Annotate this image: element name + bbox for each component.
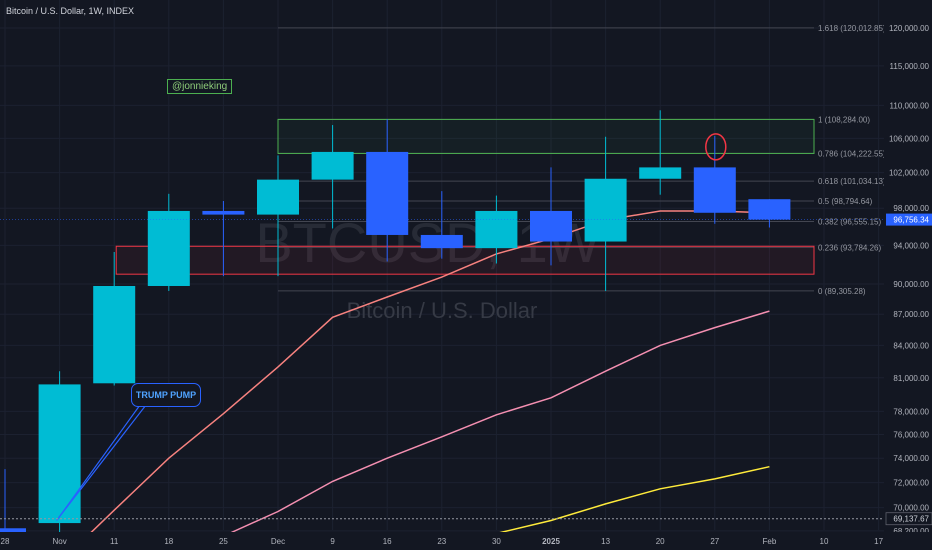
chart-background (0, 0, 932, 550)
fib-label: 0.618 (101,034.13) (818, 177, 886, 186)
btc-weekly-chart[interactable]: BTCUSD, 1W Bitcoin / U.S. Dollar 1.618 (… (0, 0, 932, 550)
time-tick-label: Dec (271, 537, 285, 546)
fib-label: 1 (108,284.00) (818, 115, 870, 124)
time-tick-label: 10 (820, 537, 829, 546)
price-tick-label: 106,000.00 (889, 134, 930, 143)
candle-body (38, 384, 81, 524)
price-tick-label: 98,000.00 (893, 204, 929, 213)
price-tick-label: 110,000.00 (890, 101, 930, 110)
trump-pump-callout[interactable]: TRUMP PUMP (131, 383, 201, 407)
time-tick-label: 20 (656, 537, 665, 546)
time-tick-label: Nov (52, 537, 66, 546)
price-axis-bg (884, 0, 932, 532)
price-tick-label: 90,000.00 (893, 280, 929, 289)
time-tick-label: 25 (219, 537, 228, 546)
price-tick-label: 102,000.00 (889, 169, 930, 178)
fib-label: 0.236 (93,784.26) (818, 243, 881, 252)
candle-body (530, 210, 572, 242)
support-zone (115, 245, 815, 275)
price-tick-label: 76,000.00 (893, 430, 929, 439)
price-tick-label: 115,000.00 (890, 62, 930, 71)
price-tick-label: 74,000.00 (893, 454, 929, 463)
price-tick-label: 70,000.00 (893, 504, 929, 513)
candle-body (366, 151, 409, 235)
candle-body (639, 167, 682, 179)
fib-label: 0 (89,305.28) (818, 287, 866, 296)
price-tick-label: 72,000.00 (893, 479, 929, 488)
time-axis-bg (0, 532, 932, 550)
time-tick-label: 30 (492, 537, 501, 546)
fib-label: 0.5 (98,794.64) (818, 197, 873, 206)
time-tick-label: 9 (330, 537, 335, 546)
price-tick-label: 84,000.00 (893, 341, 929, 350)
fib-label: 1.618 (120,012.85) (818, 24, 886, 33)
candle-body (257, 179, 299, 215)
price-tick-label: 78,000.00 (893, 407, 929, 416)
upper-zone (277, 118, 815, 154)
candle-body (420, 234, 463, 249)
time-tick-label: 23 (437, 537, 446, 546)
time-tick-label: 18 (164, 537, 173, 546)
price-tick-label: 94,000.00 (893, 241, 929, 250)
price-axis[interactable]: 120,000.00 115,000.00 110,000.00 106,000.00… (884, 0, 932, 536)
time-tick-label: 28 (1, 537, 10, 546)
price-tick-label: 120,000.00 (889, 24, 930, 33)
last-price-label: 96,756.34 (893, 216, 929, 225)
time-tick-label: 13 (601, 537, 610, 546)
fib-label: 0.382 (96,555.15) (818, 217, 881, 226)
price-tick-label: 87,000.00 (893, 310, 929, 319)
symbol-title: Bitcoin / U.S. Dollar, 1W, INDEX (6, 6, 135, 16)
time-tick-label: 27 (710, 537, 719, 546)
reference-price-label: 69,137.67 (893, 515, 929, 524)
time-tick-label: 11 (110, 537, 119, 546)
candle-body (311, 151, 354, 180)
candle-body (584, 178, 627, 242)
candle-body (93, 285, 136, 384)
candle-body (693, 167, 736, 213)
candle-body (147, 210, 190, 286)
candle-body (202, 210, 245, 215)
fib-label: 0.786 (104,222.55) (818, 149, 886, 158)
time-tick-label: 2025 (542, 537, 560, 546)
time-tick-label: 16 (383, 537, 392, 546)
author-tag: @jonnieking (167, 79, 233, 94)
candle-body (748, 199, 791, 220)
price-tick-label: 81,000.00 (893, 374, 929, 383)
candle-body (475, 210, 518, 249)
time-tick-label: 17 (874, 537, 883, 546)
time-tick-label: Feb (763, 537, 777, 546)
time-axis[interactable]: 28 Nov 11 18 25 Dec 9 16 23 30 2025 13 20 27 Feb 10 17 (0, 532, 932, 550)
